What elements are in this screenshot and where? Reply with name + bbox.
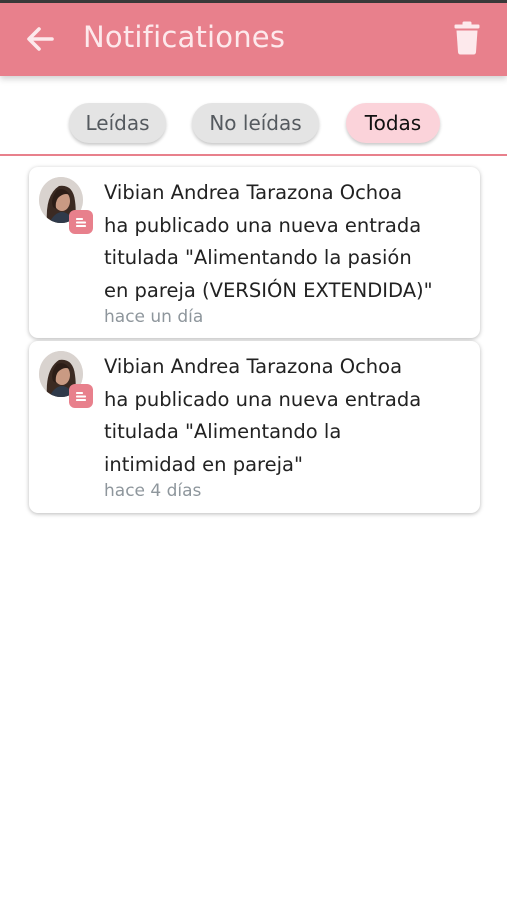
notification-message: Vibian Andrea Tarazona Ochoa ha publicad… — [104, 351, 474, 481]
message-line: Vibian Andrea Tarazona Ochoa — [104, 181, 403, 204]
filter-tabs: Leídas No leídas Todas — [0, 76, 507, 156]
trash-icon — [454, 21, 480, 59]
notification-card[interactable]: Vibian Andrea Tarazona Ochoa ha publicad… — [29, 341, 480, 513]
arrow-left-icon — [25, 24, 55, 58]
delete-all-button[interactable] — [447, 20, 487, 60]
message-line: titulada "Alimentando la pasión — [104, 246, 412, 269]
tab-todas[interactable]: Todas — [346, 103, 440, 143]
page-title: Notificationes — [83, 20, 286, 54]
tab-leidas[interactable]: Leídas — [69, 103, 166, 143]
message-line: titulada "Alimentando la — [104, 420, 342, 443]
author-avatar-group — [39, 351, 93, 408]
message-line: ha publicado una nueva entrada — [104, 387, 422, 411]
notification-message: Vibian Andrea Tarazona Ochoa ha publicad… — [104, 177, 474, 307]
document-icon — [69, 384, 93, 408]
message-line: en pareja (VERSIÓN EXTENDIDA)" — [104, 278, 433, 302]
notification-time: hace 4 días — [104, 481, 202, 501]
notification-time: hace un día — [104, 307, 204, 327]
message-line: intimidad en pareja" — [104, 452, 303, 476]
back-button[interactable] — [20, 21, 60, 61]
app-bar: Notificationes — [0, 3, 507, 76]
message-line: ha publicado una nueva entrada — [104, 213, 422, 237]
tab-no-leidas[interactable]: No leídas — [192, 103, 319, 143]
notification-card[interactable]: Vibian Andrea Tarazona Ochoa ha publicad… — [29, 167, 480, 338]
author-avatar-group — [39, 177, 93, 234]
message-line: Vibian Andrea Tarazona Ochoa — [104, 355, 403, 378]
notifications-screen: Notificationes Leídas No leídas Todas Vi… — [0, 0, 507, 900]
document-icon — [69, 210, 93, 234]
